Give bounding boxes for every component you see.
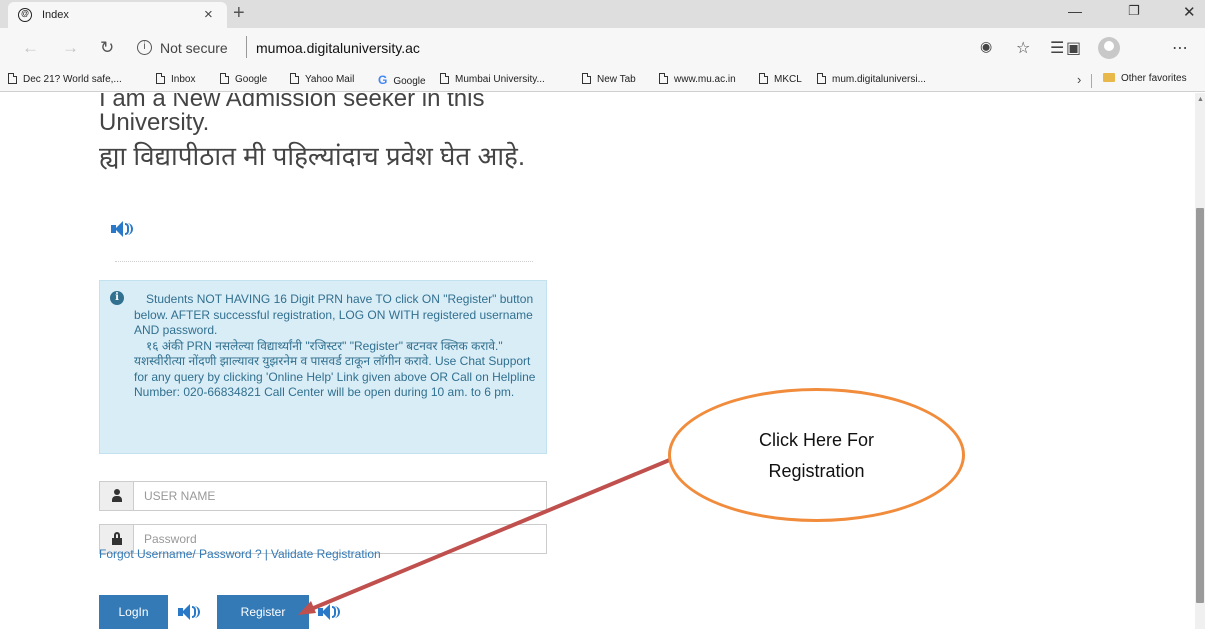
callout-text: Click Here For Registration [758,430,874,481]
page-icon [659,73,668,84]
security-status[interactable]: Not secure [160,40,228,56]
page-icon [440,73,449,84]
page-icon [759,73,768,84]
forgot-password-link[interactable]: Forgot Username/ Password ? [99,547,262,561]
speaker-icon[interactable] [111,221,133,237]
bookmark-item[interactable]: Dec 21? World safe,... [8,73,122,89]
google-icon: G [378,73,388,87]
vertical-scrollbar[interactable]: ▲ [1195,93,1205,629]
registration-callout: Click Here For Registration [668,388,965,522]
page-heading: I am a New Admission seeker in this Univ… [99,93,485,136]
other-favorites-folder[interactable]: Other favorites [1103,73,1187,89]
bookmark-item[interactable]: Yahoo Mail [290,73,354,89]
address-bar: ← → ↻ i Not secure mumoa.digitaluniversi… [0,28,1205,70]
info-icon[interactable]: i [137,40,152,55]
refresh-icon[interactable]: ↻ [100,38,114,58]
forward-icon[interactable]: → [62,38,79,58]
bookmark-item[interactable]: Google [220,73,267,89]
tab-close-icon[interactable]: × [204,6,213,23]
bookmarks-bar: Dec 21? World safe,... Inbox Google Yaho… [0,70,1205,92]
bookmark-item[interactable]: mum.digitaluniversi... [817,73,926,89]
minimize-icon[interactable]: — [1068,3,1082,19]
page-icon [817,73,826,84]
page-icon [8,73,17,84]
restore-icon[interactable]: ❐ [1128,3,1140,19]
profile-avatar-icon[interactable] [1098,37,1120,59]
help-links: Forgot Username/ Password ? | Validate Reg… [99,547,381,561]
page-viewport: I am a New Admission seeker in this Univ… [0,93,1195,629]
bookmark-item[interactable]: Inbox [156,73,195,89]
user-icon [112,489,122,503]
more-menu-icon[interactable]: ⋯ [1172,38,1188,58]
folder-icon [1103,73,1115,82]
favorites-list-icon[interactable]: ☰ [1050,38,1064,58]
back-icon[interactable]: ← [22,38,39,58]
info-message: Students NOT HAVING 16 Digit PRN have TO… [134,292,536,399]
link-separator: | [264,547,268,561]
lock-icon [112,532,122,546]
url-divider [246,36,247,58]
bookmarks-overflow-icon[interactable]: › [1077,72,1081,87]
info-alert: i Students NOT HAVING 16 Digit PRN have … [99,280,547,454]
collections-icon[interactable]: ▣ [1066,38,1081,58]
page-icon [220,73,229,84]
site-favicon-icon: @ [18,8,32,22]
bookmark-item[interactable]: Mumbai University... [440,73,545,89]
login-button[interactable]: LogIn [99,595,168,629]
bookmark-item[interactable]: www.mu.ac.in [659,73,736,89]
username-addon [100,482,134,510]
page-icon [156,73,165,84]
page-icon [582,73,591,84]
section-divider [115,261,533,262]
register-speaker-icon[interactable] [318,604,340,620]
page-heading-marathi: ह्या विद्यापीठात मी पहिल्यांदाच प्रवेश घ… [99,141,526,171]
bookmark-item[interactable]: G Google [378,73,426,89]
close-window-icon[interactable]: ✕ [1183,3,1196,21]
bookmarks-divider [1091,74,1092,88]
bookmark-item[interactable]: MKCL [759,73,802,89]
tracking-prevention-icon[interactable]: ◉ [980,38,992,55]
login-speaker-icon[interactable] [178,604,200,620]
page-icon [290,73,299,84]
favorite-star-icon[interactable]: ☆ [1016,38,1030,58]
register-button[interactable]: Register [217,595,309,629]
username-input[interactable] [144,482,542,510]
tab-title: Index [42,9,69,21]
tab-strip: @ Index × + — ❐ ✕ [0,0,1205,28]
username-group [99,481,547,511]
url-input[interactable]: mumoa.digitaluniversity.ac [256,40,420,56]
scroll-up-icon[interactable]: ▲ [1197,96,1204,103]
validate-registration-link[interactable]: Validate Registration [271,547,381,561]
scroll-thumb[interactable] [1196,208,1204,603]
bookmark-item[interactable]: New Tab [582,73,636,89]
new-tab-icon[interactable]: + [233,2,245,25]
tab-index[interactable]: @ Index × [8,2,227,28]
